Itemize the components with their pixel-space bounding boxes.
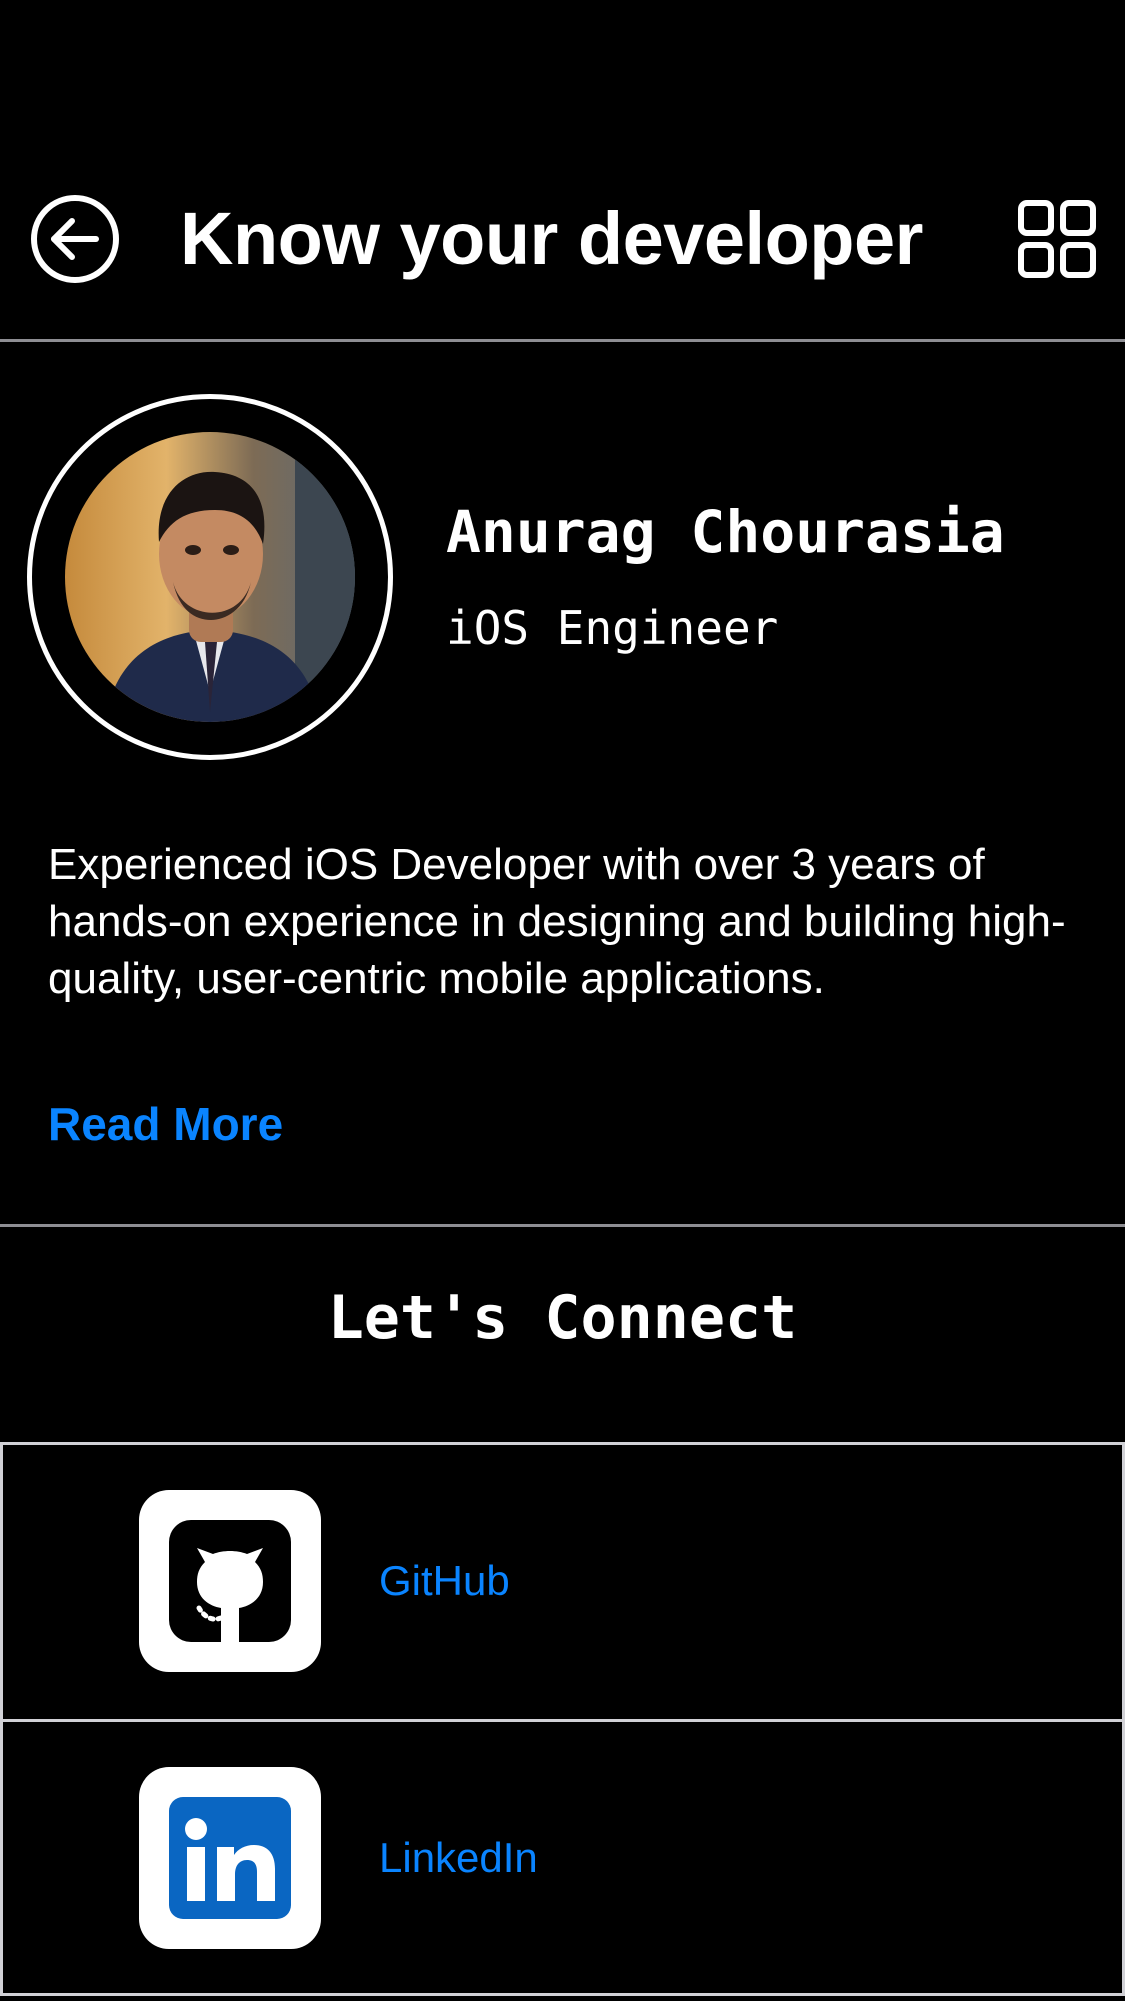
grid-menu-button[interactable] <box>1018 200 1096 278</box>
github-link-label: GitHub <box>379 1557 510 1604</box>
header-divider <box>0 339 1125 342</box>
section-divider <box>0 1224 1125 1227</box>
linkedin-link-label: LinkedIn <box>379 1834 538 1881</box>
developer-role: iOS Engineer <box>446 601 779 655</box>
navigation-header: Know your developer <box>0 0 1125 342</box>
arrow-left-circle-icon <box>31 195 119 283</box>
back-button[interactable] <box>30 194 120 284</box>
grid-icon <box>1018 200 1096 278</box>
read-more-link[interactable]: Read More <box>48 1096 283 1152</box>
screen: Know your developer Anurag Chourasia iOS… <box>0 0 1125 2001</box>
developer-name: Anurag Chourasia <box>446 498 1005 566</box>
linkedin-link-row[interactable]: LinkedIn <box>0 1719 1125 1996</box>
profile-photo <box>65 432 355 722</box>
linkedin-icon <box>169 1797 291 1919</box>
avatar-frame <box>27 394 393 760</box>
connect-section-title: Let's Connect <box>327 1283 798 1353</box>
page-title: Know your developer <box>180 197 923 280</box>
linkedin-icon-tile <box>139 1767 321 1949</box>
developer-bio: Experienced iOS Developer with over 3 ye… <box>48 840 1066 1003</box>
avatar <box>65 432 355 722</box>
github-icon-tile <box>139 1490 321 1672</box>
github-link-row[interactable]: GitHub <box>0 1442 1125 1719</box>
github-icon <box>169 1520 291 1642</box>
